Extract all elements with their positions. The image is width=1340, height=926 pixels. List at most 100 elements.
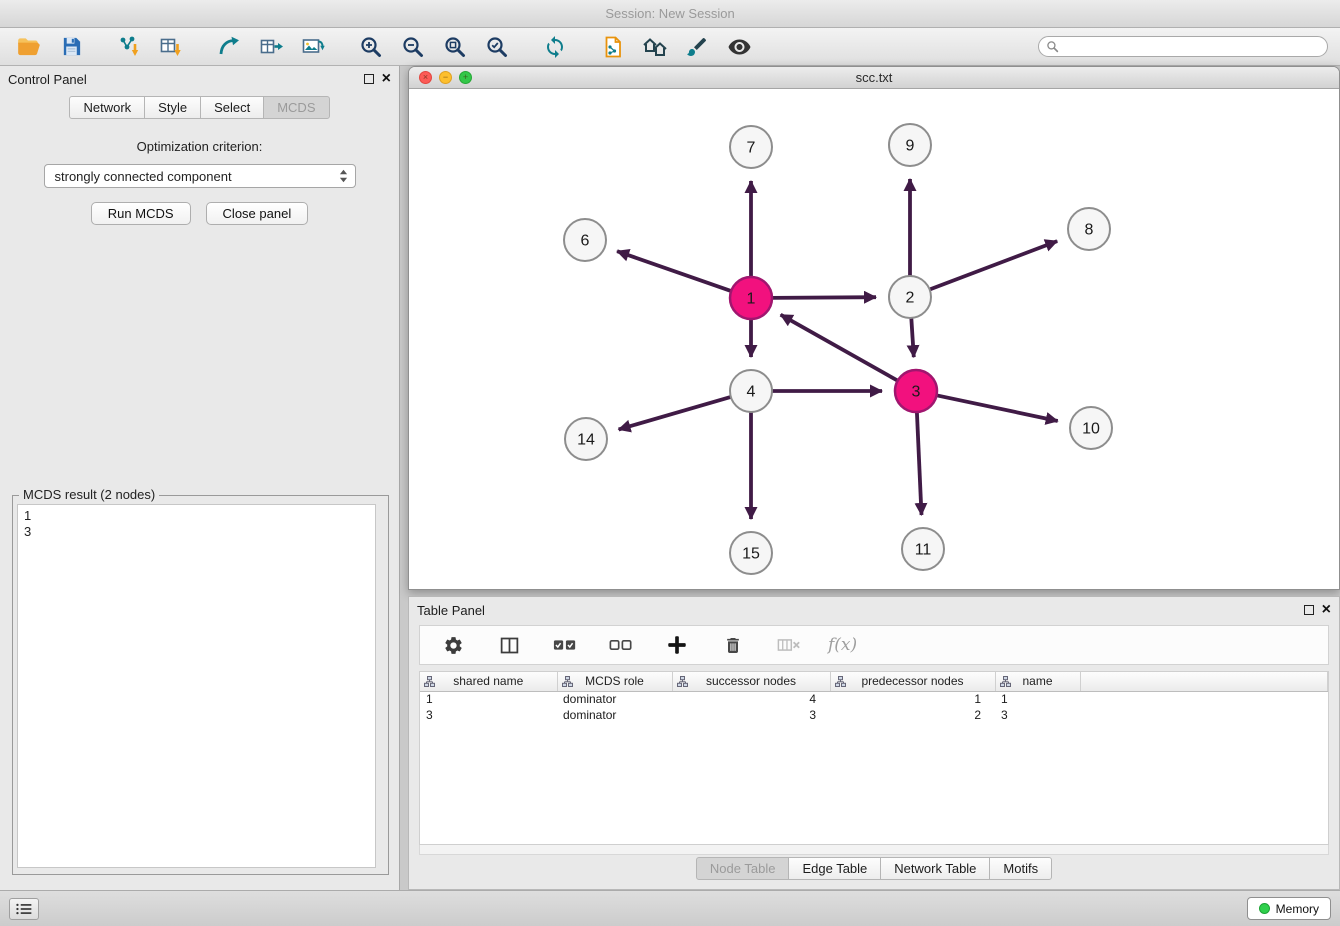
tab-network-table[interactable]: Network Table: [880, 857, 990, 880]
control-panel-header: Control Panel ×: [0, 66, 399, 92]
table-row[interactable]: 3dominator323: [420, 707, 1328, 723]
show-hide-button[interactable]: [722, 32, 756, 62]
zoom-fit-icon: [443, 35, 467, 59]
graph-node-9[interactable]: 9: [889, 124, 931, 166]
import-table-button[interactable]: [154, 32, 188, 62]
graph-node-11[interactable]: 11: [902, 528, 944, 570]
tab-select[interactable]: Select: [200, 96, 264, 119]
graph-edge-4-14[interactable]: [619, 397, 731, 430]
network-document-icon: [601, 35, 625, 59]
graph-node-8[interactable]: 8: [1068, 208, 1110, 250]
network-window-titlebar[interactable]: ×−+ scc.txt: [409, 67, 1339, 89]
zoom-in-button[interactable]: [354, 32, 388, 62]
tab-network[interactable]: Network: [69, 96, 145, 119]
column-header-successor-nodes[interactable]: successor nodes: [672, 672, 830, 691]
memory-button[interactable]: Memory: [1247, 897, 1331, 920]
graph-node-3[interactable]: 3: [895, 370, 937, 412]
network-overview-button[interactable]: [596, 32, 630, 62]
table-row[interactable]: 1dominator411: [420, 691, 1328, 707]
add-row-button[interactable]: [660, 630, 694, 660]
column-header-shared-name[interactable]: shared name: [420, 672, 557, 691]
tab-mcds[interactable]: MCDS: [263, 96, 329, 119]
zoom-selected-button[interactable]: [480, 32, 514, 62]
close-panel-button[interactable]: Close panel: [206, 202, 309, 225]
table-settings-button[interactable]: [436, 630, 470, 660]
zoom-window-button[interactable]: +: [459, 71, 472, 84]
zoom-fit-button[interactable]: [438, 32, 472, 62]
show-columns-button[interactable]: [492, 630, 526, 660]
graph-edge-2-8[interactable]: [930, 241, 1058, 289]
graph-node-2[interactable]: 2: [889, 276, 931, 318]
graph-node-4[interactable]: 4: [730, 370, 772, 412]
optimization-criterion-label: Optimization criterion:: [0, 139, 399, 154]
control-panel: Control Panel × Network Style Select MCD…: [0, 66, 400, 890]
table-cell-filler: [1080, 707, 1328, 723]
tab-motifs[interactable]: Motifs: [989, 857, 1052, 880]
select-all-button[interactable]: [548, 630, 582, 660]
table-cell: 4: [672, 691, 830, 707]
double-home-icon: [642, 35, 668, 59]
graph-edge-1-2[interactable]: [772, 297, 876, 298]
svg-text:10: 10: [1082, 421, 1100, 438]
save-session-button[interactable]: [54, 32, 88, 62]
graph-edge-3-10[interactable]: [937, 395, 1058, 421]
search-input[interactable]: [1064, 40, 1320, 54]
zoom-out-button[interactable]: [396, 32, 430, 62]
graph-node-15[interactable]: 15: [730, 532, 772, 574]
graph-node-1[interactable]: 1: [730, 277, 772, 319]
network-graph[interactable]: 7 9 6 8 1 2 4 3 14 10 15 11: [409, 89, 1339, 589]
open-session-button[interactable]: [12, 32, 46, 62]
column-header-name[interactable]: name: [995, 672, 1080, 691]
float-panel-icon[interactable]: [364, 74, 374, 84]
svg-text:1: 1: [747, 291, 756, 308]
export-image-button[interactable]: [296, 32, 330, 62]
table-close-panel-icon[interactable]: ×: [1322, 605, 1331, 615]
svg-text:3: 3: [912, 384, 921, 401]
toolbar-group-import: [112, 32, 188, 62]
export-network-button[interactable]: [212, 32, 246, 62]
apply-style-button[interactable]: [680, 32, 714, 62]
graph-edge-3-11[interactable]: [917, 412, 922, 515]
tab-style[interactable]: Style: [144, 96, 201, 119]
export-table-button[interactable]: [254, 32, 288, 62]
function-builder-button[interactable]: f(x): [828, 635, 857, 655]
minimize-window-button[interactable]: −: [439, 71, 452, 84]
table-cell: dominator: [557, 691, 672, 707]
table-horizontal-scrollbar[interactable]: [419, 845, 1329, 855]
graph-node-7[interactable]: 7: [730, 126, 772, 168]
mcds-actions: Run MCDS Close panel: [0, 202, 399, 225]
import-network-button[interactable]: [112, 32, 146, 62]
mcds-result-list[interactable]: 13: [17, 504, 376, 868]
column-header-predecessor-nodes[interactable]: predecessor nodes: [830, 672, 995, 691]
tab-edge-table[interactable]: Edge Table: [788, 857, 881, 880]
traffic-lights: ×−+: [419, 71, 479, 84]
tab-node-table[interactable]: Node Table: [696, 857, 790, 880]
column-header-MCDS-role[interactable]: MCDS role: [557, 672, 672, 691]
node-table[interactable]: shared nameMCDS rolesuccessor nodesprede…: [419, 671, 1329, 845]
graph-node-10[interactable]: 10: [1070, 407, 1112, 449]
delete-column-button[interactable]: [772, 630, 806, 660]
run-mcds-button[interactable]: Run MCDS: [91, 202, 191, 225]
home-button[interactable]: [638, 32, 672, 62]
table-float-panel-icon[interactable]: [1304, 605, 1314, 615]
task-history-button[interactable]: [9, 898, 39, 920]
shared-column-icon: [424, 676, 435, 687]
graph-node-6[interactable]: 6: [564, 219, 606, 261]
apply-layout-button[interactable]: [538, 32, 572, 62]
window-titlebar: Session: New Session: [0, 0, 1340, 28]
table-cell: 3: [420, 707, 557, 723]
table-cell: 3: [672, 707, 830, 723]
delete-row-button[interactable]: [716, 630, 750, 660]
criterion-select[interactable]: strongly connected component: [44, 164, 356, 188]
table-panel-title: Table Panel: [417, 603, 1296, 618]
search-box[interactable]: [1038, 36, 1328, 57]
svg-text:9: 9: [906, 138, 915, 155]
graph-node-14[interactable]: 14: [565, 418, 607, 460]
graph-edge-1-6[interactable]: [617, 251, 731, 291]
graph-edge-3-1[interactable]: [781, 315, 898, 381]
deselect-all-button[interactable]: [604, 630, 638, 660]
close-panel-icon[interactable]: ×: [382, 74, 391, 84]
network-canvas[interactable]: 7 9 6 8 1 2 4 3 14 10 15 11: [409, 89, 1339, 589]
graph-edge-2-3[interactable]: [911, 318, 914, 357]
close-window-button[interactable]: ×: [419, 71, 432, 84]
